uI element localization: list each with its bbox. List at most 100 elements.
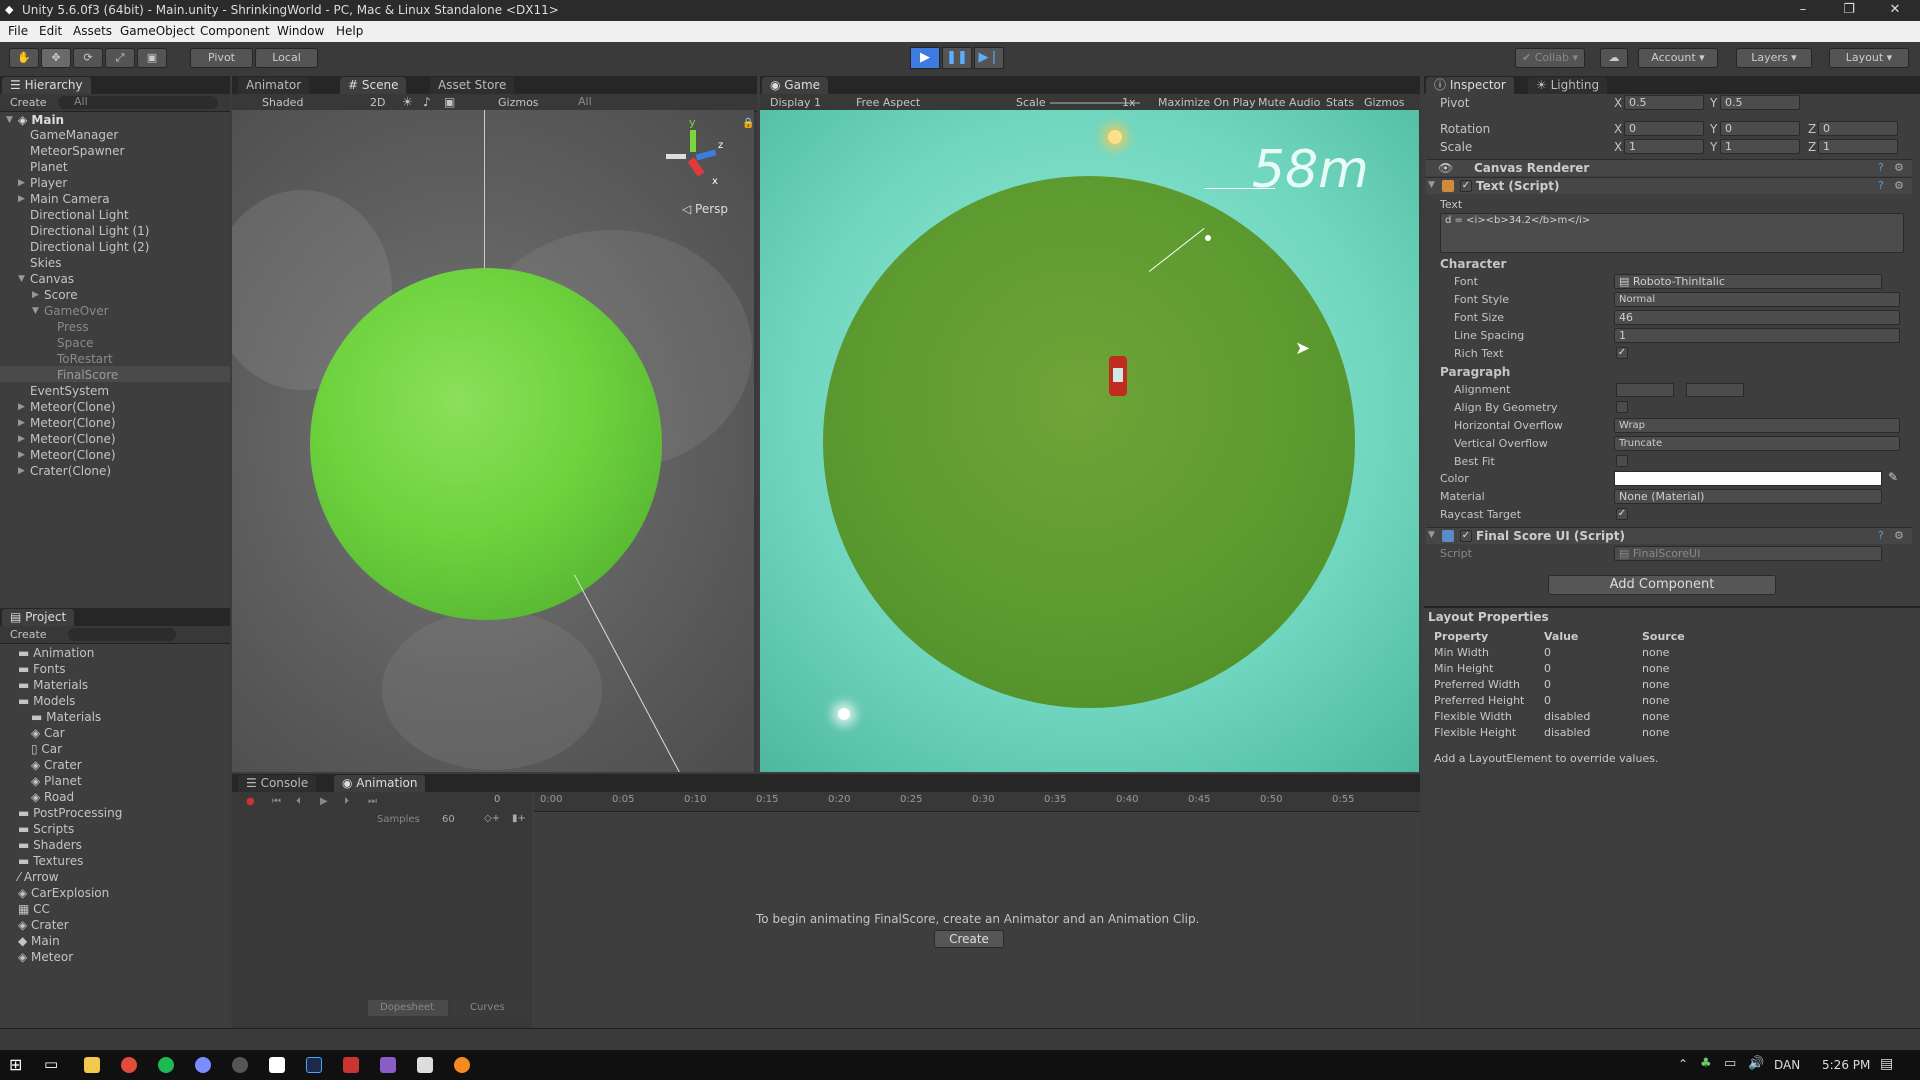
scene-search-text[interactable]: All [578, 95, 592, 108]
project-item[interactable]: ◈ Road [31, 790, 74, 804]
menu-assets[interactable]: Assets [73, 24, 112, 38]
hier-item[interactable]: Press [57, 320, 89, 334]
text-enabled-checkbox[interactable]: ✓ [1460, 180, 1472, 192]
gear-icon[interactable]: ⚙ [1894, 161, 1904, 174]
project-item[interactable]: ◈ Planet [31, 774, 82, 788]
font-style-dropdown[interactable]: Normal [1614, 292, 1900, 307]
hand-tool-icon[interactable]: ✋ [9, 48, 39, 68]
menu-edit[interactable]: Edit [39, 24, 62, 38]
frame-field[interactable]: 0 [494, 794, 500, 805]
project-item[interactable]: ▬ Scripts [18, 822, 74, 836]
spotify-icon[interactable] [158, 1057, 174, 1073]
canvas-renderer-header[interactable]: 👁 Canvas Renderer ? ⚙ [1426, 159, 1912, 176]
hier-item[interactable]: Skies [30, 256, 62, 270]
2d-toggle[interactable]: 2D [370, 96, 385, 109]
hier-item[interactable]: Score [44, 288, 78, 302]
final-score-enabled-checkbox[interactable]: ✓ [1460, 530, 1472, 542]
hier-item[interactable]: Meteor(Clone) [30, 400, 116, 414]
collab-button[interactable]: ✔ Collab ▾ [1515, 48, 1585, 68]
game-viewport[interactable]: 58m ➤ [760, 110, 1419, 772]
tab-hierarchy[interactable]: ☰ Hierarchy [2, 77, 91, 94]
app-icon[interactable] [232, 1057, 248, 1073]
add-component-button[interactable]: Add Component [1548, 575, 1776, 595]
samples-field[interactable]: 60 [442, 814, 455, 825]
audio-toggle-icon[interactable]: ♪ [423, 95, 431, 109]
text-value-field[interactable]: d = <i><b>34.2</b>m</i> [1440, 213, 1904, 253]
hier-item[interactable]: MeteorSpawner [30, 144, 124, 158]
hier-item[interactable]: Meteor(Clone) [30, 448, 116, 462]
gear-icon[interactable]: ⚙ [1894, 179, 1904, 192]
first-frame-button[interactable]: ⏮ [272, 796, 281, 807]
project-search-input[interactable] [68, 628, 176, 641]
project-item[interactable]: ▬ Materials [31, 710, 101, 724]
rotation-x-field[interactable]: 0 [1624, 121, 1704, 136]
help-icon[interactable]: ? [1878, 529, 1884, 542]
project-item[interactable]: ◈ Meteor [18, 950, 73, 964]
line-spacing-field[interactable]: 1 [1614, 328, 1900, 343]
hier-item[interactable]: Crater(Clone) [30, 464, 111, 478]
menu-gameobject[interactable]: GameObject [120, 24, 195, 38]
hier-item[interactable]: Directional Light (1) [30, 224, 149, 238]
mute-audio-toggle[interactable]: Mute Audio [1258, 96, 1320, 109]
hier-item[interactable]: ToRestart [57, 352, 113, 366]
expand-icon[interactable]: ▼ [18, 274, 25, 284]
next-frame-button[interactable]: ⏵ [344, 796, 349, 807]
scene-gizmo[interactable]: y z x [662, 116, 728, 188]
expand-icon[interactable]: ▼ [32, 306, 39, 316]
color-swatch[interactable] [1614, 471, 1882, 486]
create-animation-button[interactable]: Create [934, 930, 1004, 948]
expand-icon[interactable]: ▶ [18, 178, 25, 188]
horizontal-alignment-buttons[interactable] [1616, 383, 1674, 397]
text-script-header[interactable]: ▼ ✓ Text (Script) ? ⚙ [1426, 177, 1912, 194]
vertical-alignment-buttons[interactable] [1686, 383, 1744, 397]
hier-item[interactable]: Space [57, 336, 94, 350]
material-field[interactable]: None (Material) [1614, 489, 1882, 504]
clock[interactable]: 5:26 PM [1822, 1058, 1870, 1072]
raycast-checkbox[interactable]: ✓ [1616, 508, 1628, 520]
font-size-field[interactable]: 46 [1614, 310, 1900, 325]
scene-root-main[interactable]: ◈ Main [18, 113, 64, 127]
expand-icon[interactable]: ▶ [18, 402, 25, 412]
project-item[interactable]: ▯ Car [31, 742, 62, 756]
tab-game[interactable]: ◉ Game [762, 77, 829, 94]
project-item[interactable]: ▬ Animation [18, 646, 94, 660]
lighting-toggle-icon[interactable]: ☀ [402, 95, 413, 109]
font-field[interactable]: ▤ Roboto-ThinItalic [1614, 274, 1882, 289]
expand-icon[interactable]: ▶ [18, 466, 25, 476]
hier-item-selected[interactable]: FinalScore [57, 368, 118, 382]
project-item[interactable]: ▬ Models [18, 694, 75, 708]
menu-window[interactable]: Window [277, 24, 324, 38]
hier-item[interactable]: Directional Light [30, 208, 129, 222]
file-explorer-icon[interactable] [84, 1057, 100, 1073]
expand-icon[interactable]: ▶ [32, 290, 39, 300]
scale-z-field[interactable]: 1 [1818, 139, 1898, 154]
align-geometry-checkbox[interactable] [1616, 401, 1628, 413]
maximize-button[interactable]: ❐ [1829, 2, 1869, 17]
tab-inspector[interactable]: ⓘ Inspector [1426, 77, 1514, 94]
expand-icon[interactable]: ▶ [18, 418, 25, 428]
hierarchy-create-button[interactable]: Create [10, 96, 47, 109]
h-overflow-dropdown[interactable]: Wrap [1614, 418, 1900, 433]
expand-icon[interactable]: ▼ [6, 115, 13, 125]
play-button[interactable]: ▶ [910, 47, 940, 69]
hier-item[interactable]: Player [30, 176, 67, 190]
expand-icon[interactable]: ▶ [18, 194, 25, 204]
tray-app-icon[interactable]: ♣ [1700, 1056, 1712, 1071]
tab-console[interactable]: ☰ Console [238, 775, 317, 792]
prev-frame-button[interactable]: ⏴ [296, 796, 301, 807]
hier-item[interactable]: GameManager [30, 128, 118, 142]
layout-dropdown[interactable]: Layout ▾ [1829, 48, 1909, 68]
menu-help[interactable]: Help [336, 24, 363, 38]
project-item[interactable]: ◈ CarExplosion [18, 886, 109, 900]
play-anim-button[interactable]: ▶ [320, 796, 328, 807]
display-dropdown[interactable]: Display 1 [770, 96, 821, 109]
app-icon[interactable] [343, 1057, 359, 1073]
rotate-tool-icon[interactable]: ⟳ [73, 48, 103, 68]
project-create-button[interactable]: Create [10, 628, 47, 641]
unity-icon[interactable] [269, 1057, 285, 1073]
expand-icon[interactable]: ▶ [18, 434, 25, 444]
task-view-icon[interactable]: ▭ [44, 1055, 58, 1073]
project-item[interactable]: ⁄ Arrow [18, 870, 59, 884]
stats-toggle[interactable]: Stats [1326, 96, 1354, 109]
add-event-icon[interactable]: ▮+ [512, 813, 526, 824]
